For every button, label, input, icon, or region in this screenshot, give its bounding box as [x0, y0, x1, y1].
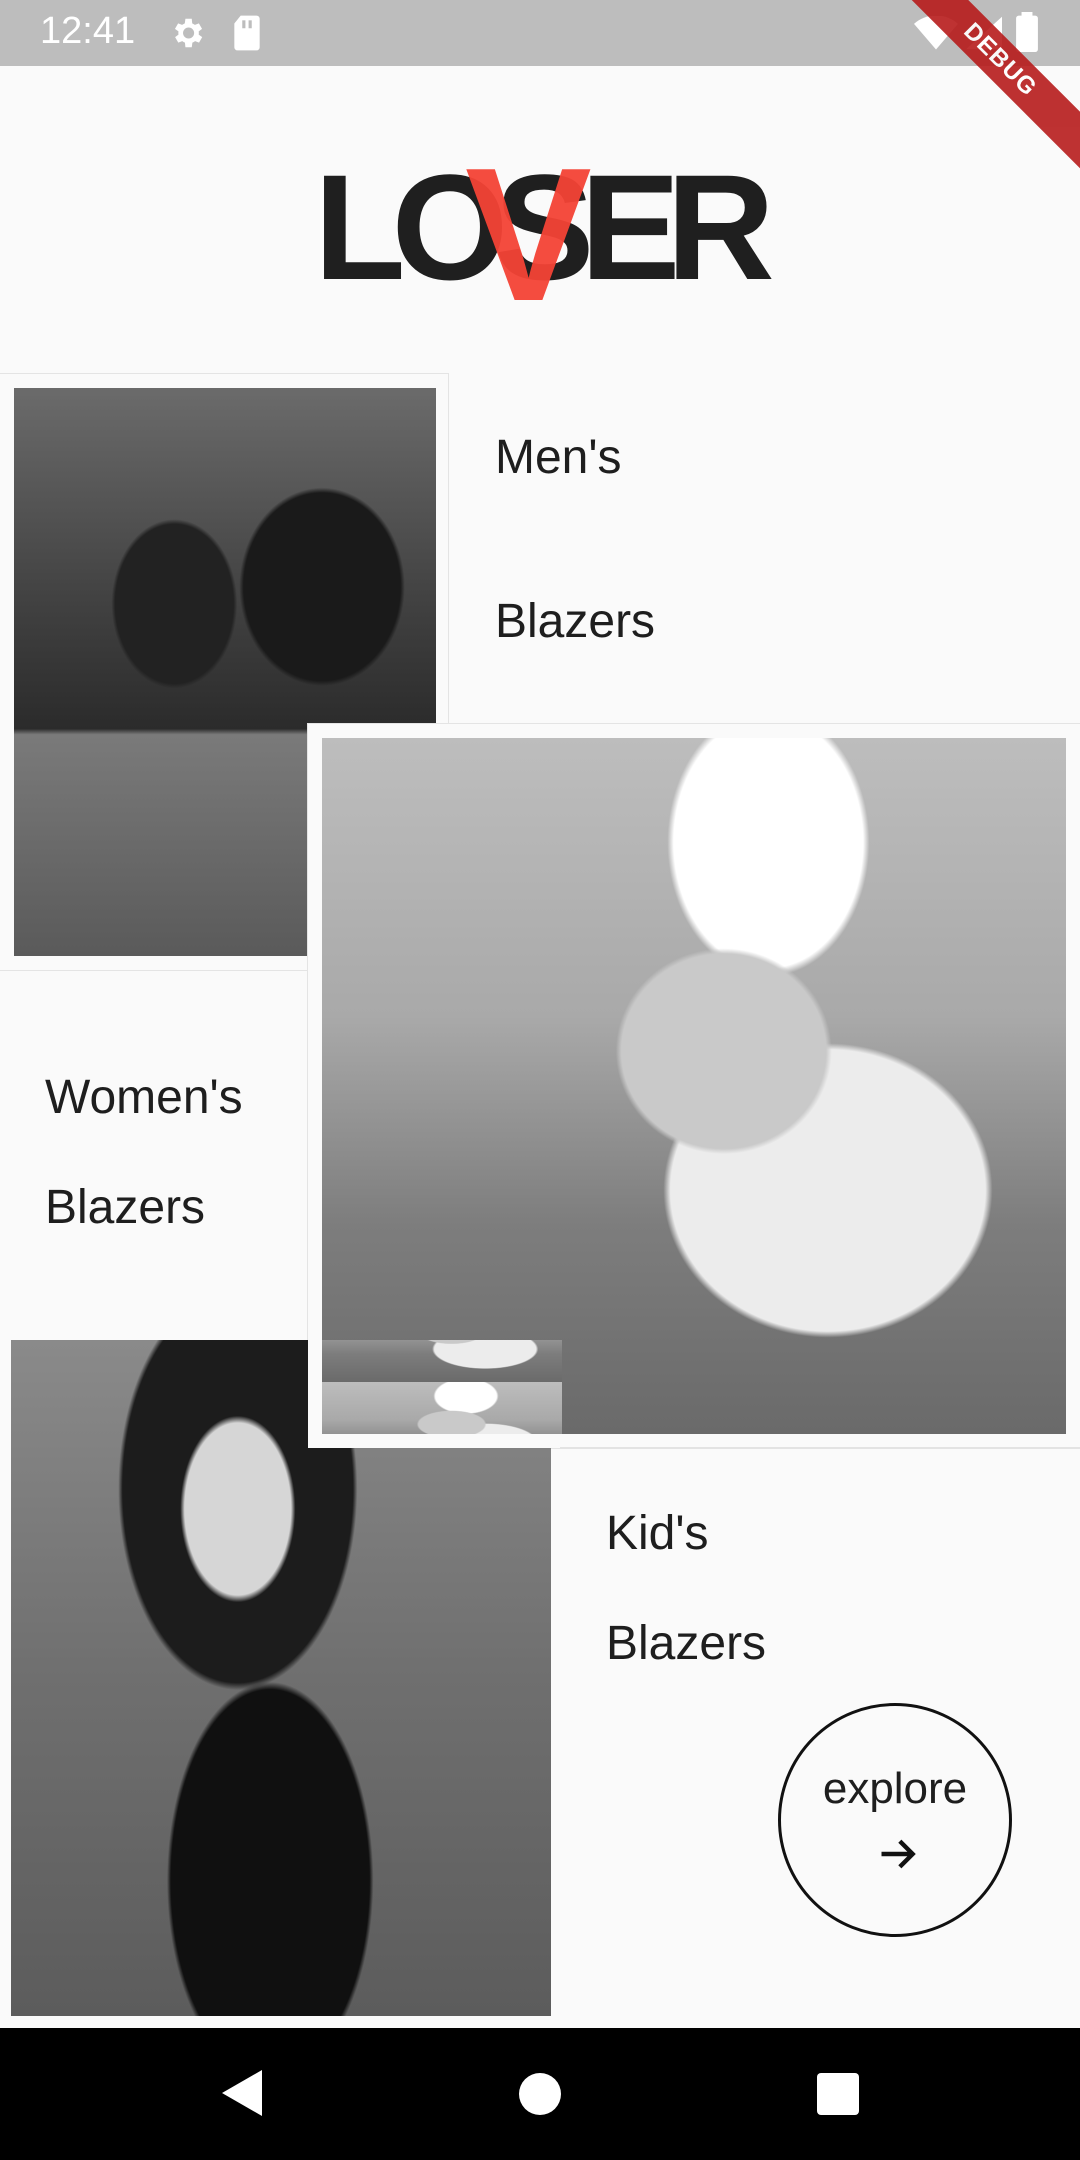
sd-card-icon: [234, 15, 260, 51]
womens-blazers-photo-overlay: [322, 1340, 562, 1434]
back-icon[interactable]: [218, 2068, 264, 2118]
battery-icon: [1016, 12, 1038, 52]
kids-category-line2[interactable]: Blazers: [606, 1616, 766, 1671]
recents-icon[interactable]: [816, 2072, 860, 2116]
logo-accent-letter: V: [465, 129, 592, 341]
explore-button[interactable]: explore: [778, 1703, 1012, 1937]
status-bar: 12:41 DEBUG: [0, 0, 1080, 174]
home-icon[interactable]: [518, 2072, 562, 2116]
divider: [560, 1447, 1080, 1449]
womens-category-line2[interactable]: Blazers: [45, 1180, 205, 1235]
arrow-right-icon: [881, 1839, 916, 1869]
mens-category-line2[interactable]: Blazers: [495, 594, 655, 649]
womens-photo-card-overlay: [308, 1340, 562, 1448]
brand-logo: LOSER V: [300, 130, 780, 330]
womens-blazers-photo: [322, 738, 1066, 1434]
womens-category-line1[interactable]: Women's: [45, 1070, 243, 1125]
navigation-bar: [0, 2028, 1080, 2160]
mens-category-line1[interactable]: Men's: [495, 430, 622, 485]
status-time: 12:41: [40, 10, 136, 52]
kids-category-line1[interactable]: Kid's: [606, 1506, 709, 1561]
gear-icon: [174, 18, 203, 48]
explore-label: explore: [822, 1764, 968, 1813]
